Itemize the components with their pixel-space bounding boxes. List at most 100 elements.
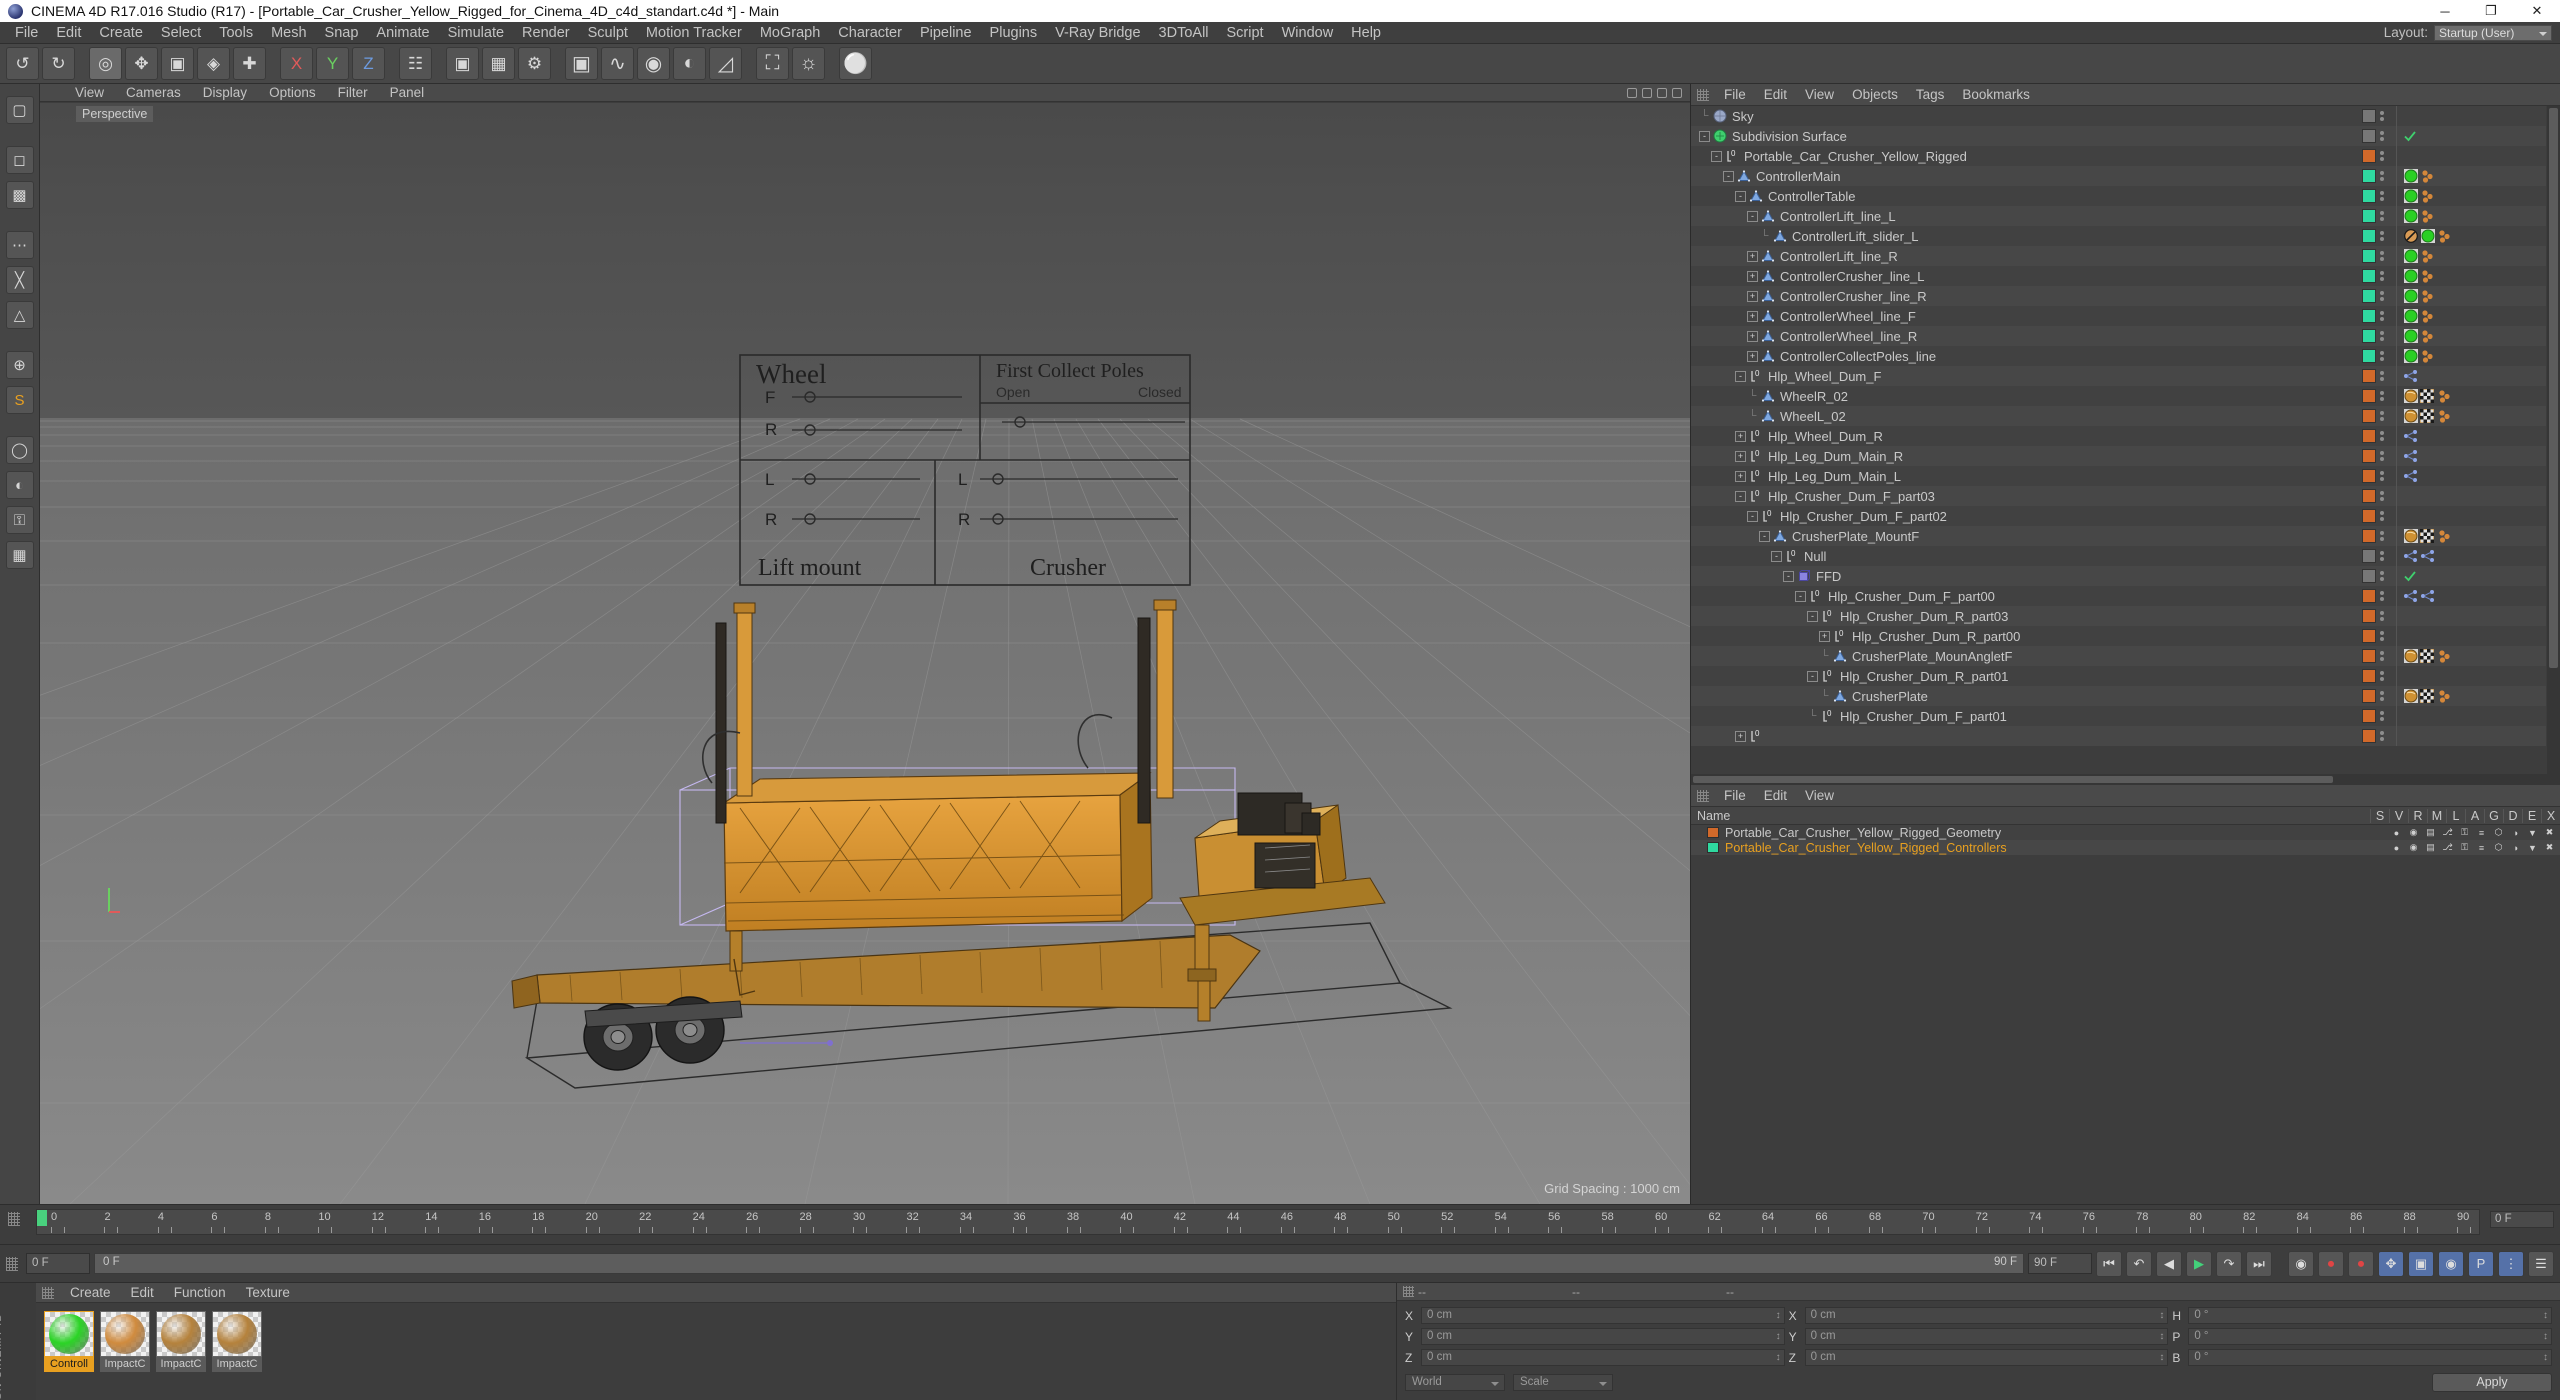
viewport-menu-view[interactable]: View [64,85,115,100]
dots2-tag-icon[interactable] [2420,329,2434,343]
object-manager-grip-icon[interactable] [1697,88,1709,101]
menu-item-tools[interactable]: Tools [210,22,262,44]
visibility-dots-icon[interactable] [2380,391,2388,401]
object-tag-zone[interactable] [2396,486,2546,506]
object-name-label[interactable]: ControllerLift_slider_L [1792,229,1918,244]
menu-item-pipeline[interactable]: Pipeline [911,22,981,44]
laymgr-menu-edit[interactable]: Edit [1755,788,1796,803]
layer-color-swatch[interactable] [2362,289,2376,303]
green-tag-icon[interactable] [2403,249,2418,263]
visibility-dots-icon[interactable] [2380,531,2388,541]
workplane-tool[interactable]: ◯ [5,436,34,464]
viewport-pan-icon[interactable] [1627,87,1637,98]
visibility-dots-icon[interactable] [2380,471,2388,481]
object-name-label[interactable]: Hlp_Crusher_Dum_F_part01 [1840,709,2007,724]
material-swatch[interactable]: Controll [44,1311,94,1372]
visibility-dots-icon[interactable] [2380,371,2388,381]
menu-item-mograph[interactable]: MoGraph [751,22,829,44]
minimize-button[interactable]: ─ [2422,0,2468,22]
layer-color-swatch[interactable] [2362,229,2376,243]
layer-render-icon[interactable]: ▤ [2424,827,2437,838]
object-tag-zone[interactable] [2396,446,2546,466]
frame-back-button[interactable]: ↶ [2126,1250,2152,1277]
object-row[interactable]: - FFD [1691,566,2546,586]
dots2-tag-icon[interactable] [2420,289,2434,303]
object-row[interactable]: -0 Hlp_Crusher_Dum_R_part03 [1691,606,2546,626]
expand-icon[interactable]: + [1747,250,1758,262]
dots2-tag-icon[interactable] [2420,269,2434,283]
object-name-label[interactable]: Hlp_Crusher_Dum_R_part00 [1852,629,2020,644]
layer-visible-icon[interactable]: ◉ [2407,827,2420,838]
object-tree[interactable]: └ Sky - Subdivision Surface -0 Portable_Car_C… [1691,106,2546,746]
lock-z-axis-button[interactable]: Z [352,47,385,80]
collapse-icon[interactable]: - [1783,570,1794,582]
object-row[interactable]: └ ControllerLift_slider_L [1691,226,2546,246]
visibility-dots-icon[interactable] [2380,431,2388,441]
menu-item-mesh[interactable]: Mesh [262,22,315,44]
viewport-3d-canvas[interactable]: Wheel First Collect Poles Open Closed F … [40,103,1690,1204]
visibility-dots-icon[interactable] [2380,711,2388,721]
object-manager[interactable]: └ Sky - Subdivision Surface -0 Portable_Car_C… [1691,106,2560,774]
object-name-label[interactable]: Hlp_Leg_Dum_Main_R [1768,449,1903,464]
viewport-menu-display[interactable]: Display [192,85,258,100]
layer-color-swatch[interactable] [2362,369,2376,383]
collapse-icon[interactable]: - [1771,550,1782,562]
add-deformer-button[interactable]: ◐ [673,47,706,80]
mat-tag-icon[interactable] [2403,649,2418,663]
layer-animation-icon[interactable]: ≡ [2475,842,2488,853]
edge-mode-tool[interactable]: ╳ [5,266,34,294]
layer-generators-icon[interactable]: ⬡ [2492,842,2505,853]
viewport-scene[interactable] [40,103,1690,1204]
lock-workplane-tool[interactable]: ⚿ [5,506,34,534]
expand-icon[interactable]: + [1735,450,1746,462]
layer-manager[interactable]: Name S V R M L A G D E X Portable_Car_Crusher_Yell… [1691,807,2560,1204]
visibility-dots-icon[interactable] [2380,111,2388,121]
timeline-grip-icon[interactable] [8,1212,20,1226]
visibility-dots-icon[interactable] [2380,231,2388,241]
collapse-icon[interactable]: - [1795,590,1806,602]
object-name-label[interactable]: ControllerCrusher_line_L [1780,269,1925,284]
menu-item-snap[interactable]: Snap [316,22,368,44]
visibility-dots-icon[interactable] [2380,171,2388,181]
expand-icon[interactable]: + [1819,630,1830,642]
visibility-dots-icon[interactable] [2380,571,2388,581]
menu-item-help[interactable]: Help [1342,22,1390,44]
close-button[interactable]: ✕ [2514,0,2560,22]
lock-x-axis-button[interactable]: X [280,47,313,80]
visibility-dots-icon[interactable] [2380,591,2388,601]
layer-color-swatch[interactable] [2362,449,2376,463]
collapse-icon[interactable]: - [1735,370,1746,382]
collapse-icon[interactable]: - [1807,670,1818,682]
objmgr-menu-tags[interactable]: Tags [1907,87,1954,102]
add-cube-button[interactable]: ▣ [565,47,598,80]
timeline-ruler-bar[interactable]: 0 2 4 6 8 10 12 14 16 18 20 22 24 26 28 30 32 34 36 38 40 42 4… [0,1204,2560,1244]
redo-button[interactable]: ↻ [42,47,75,80]
dots2-tag-icon[interactable] [2437,229,2451,243]
object-name-label[interactable]: CrusherPlate [1852,689,1928,704]
size-y-input[interactable]: 0 cm [1804,1328,2169,1345]
layer-color-swatch[interactable] [2362,549,2376,563]
timeline-playhead[interactable] [37,1210,47,1226]
transport-grip-icon[interactable] [6,1256,18,1271]
rotation-p-input[interactable]: 0 ° [2188,1328,2553,1345]
object-tag-zone[interactable] [2396,606,2546,626]
xpresso-tag-icon[interactable] [2403,469,2417,483]
object-tag-zone[interactable] [2396,146,2546,166]
autokeying-button[interactable]: ◉ [2288,1250,2314,1277]
controller-schematic-overlay[interactable]: Wheel First Collect Poles Open Closed F … [730,345,1200,595]
object-row[interactable]: +0 Hlp_Leg_Dum_Main_L [1691,466,2546,486]
layer-row[interactable]: Portable_Car_Crusher_Yellow_Rigged_Geome… [1691,825,2560,840]
dots2-tag-icon[interactable] [2437,649,2451,663]
visibility-dots-icon[interactable] [2380,251,2388,261]
layer-color-swatch[interactable] [2362,649,2376,663]
layer-color-swatch[interactable] [2362,209,2376,223]
menu-item-create[interactable]: Create [90,22,152,44]
record-pla-button[interactable]: ⋮ [2498,1250,2524,1277]
layer-color-swatch[interactable] [1707,842,1719,853]
object-name-label[interactable]: ControllerWheel_line_R [1780,329,1917,344]
layer-color-swatch[interactable] [2362,529,2376,543]
objmgr-menu-view[interactable]: View [1796,87,1843,102]
visibility-dots-icon[interactable] [2380,731,2388,741]
visibility-dots-icon[interactable] [2380,331,2388,341]
object-row[interactable]: + ControllerCrusher_line_R [1691,286,2546,306]
